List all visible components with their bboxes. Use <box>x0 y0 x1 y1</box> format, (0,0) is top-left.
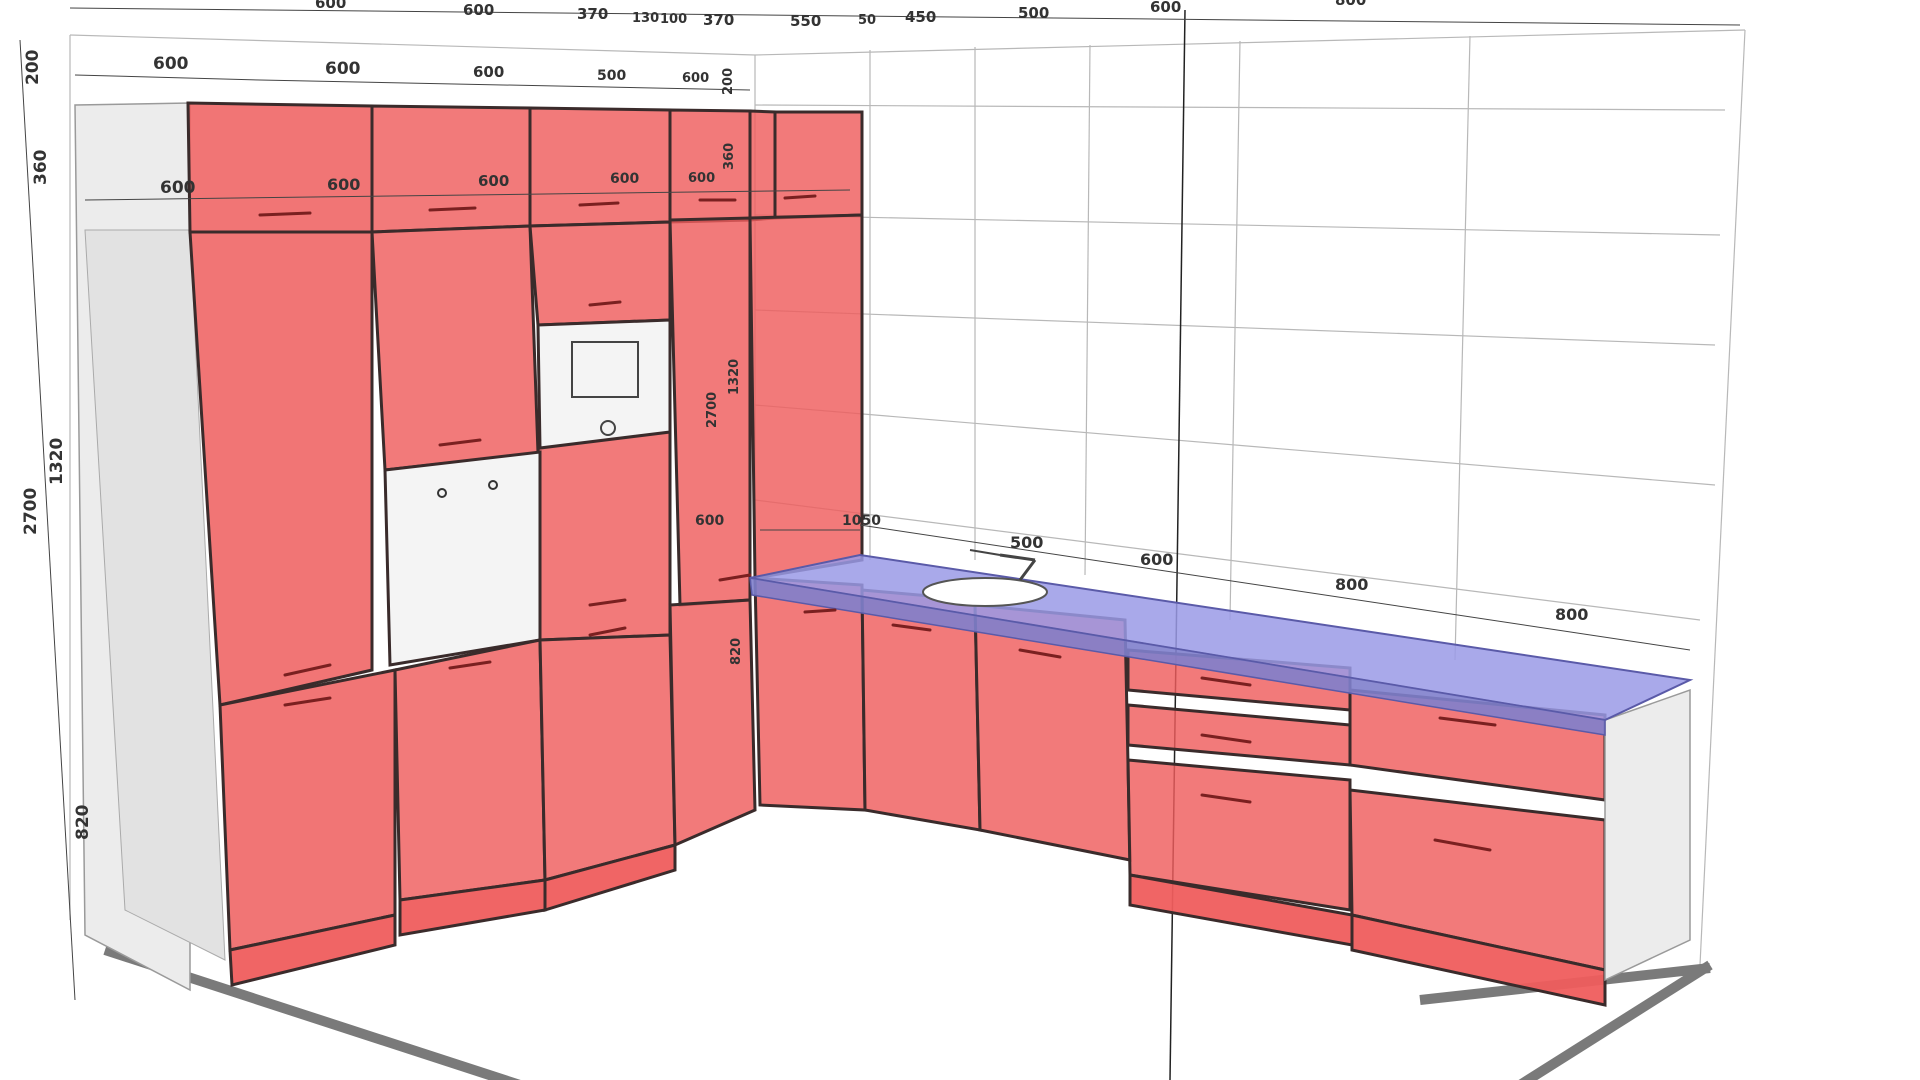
dim-upper-3: 500 <box>597 68 626 84</box>
dim-inner-4: 600 <box>688 171 715 186</box>
dim-worktop-1: 1050 <box>842 513 881 529</box>
dim-top-10: 600 <box>1150 0 1181 16</box>
dim-worktop-0: 600 <box>695 513 724 529</box>
right-end-panel <box>1604 688 1691 982</box>
dim-inner-h-1: 360 <box>722 143 737 170</box>
dim-inner-2: 600 <box>478 172 509 190</box>
dim-worktop-2: 500 <box>1010 533 1043 552</box>
upper-width-labels: 600 600 600 500 600 <box>153 54 709 86</box>
dim-top-7: 50 <box>858 13 876 28</box>
dim-inner-h-4: 820 <box>729 638 744 665</box>
dim-top-3: 130 <box>632 11 659 26</box>
dim-left-3: 2700 <box>21 488 41 535</box>
dim-upper-2: 600 <box>473 63 504 81</box>
top-dimension-labels: 600 600 370 130 100 370 550 50 450 500 6… <box>315 0 1366 30</box>
dim-worktop-3: 600 <box>1140 550 1173 569</box>
dim-inner-1: 600 <box>327 175 360 194</box>
oven-appliance <box>383 450 542 667</box>
dim-top-8: 450 <box>905 8 936 26</box>
dim-upper-1: 600 <box>325 59 361 79</box>
dim-inner-h-3: 2700 <box>705 392 720 428</box>
dim-top-4: 100 <box>660 12 687 27</box>
dim-inner-3: 600 <box>610 171 639 187</box>
dim-top-0: 600 <box>315 0 346 12</box>
microwave-appliance <box>536 318 672 450</box>
dim-left-1: 360 <box>31 149 51 185</box>
dim-top-1: 600 <box>463 1 494 19</box>
dim-left-4: 820 <box>73 804 93 840</box>
dim-upper-4: 600 <box>682 71 709 86</box>
kitchen-3d-drawing: 600 600 370 130 100 370 550 50 450 500 6… <box>19 0 1746 1080</box>
dim-worktop-4: 800 <box>1335 575 1368 594</box>
dim-top-11: 800 <box>1335 0 1366 9</box>
dim-inner-h-2: 1320 <box>727 359 742 395</box>
dim-top-6: 550 <box>790 12 821 30</box>
upper-cabinets <box>370 104 864 234</box>
dim-inner-h-0: 200 <box>721 68 736 95</box>
dim-worktop-5: 800 <box>1555 605 1588 624</box>
dim-left-2: 1320 <box>47 438 67 485</box>
dim-top-2: 370 <box>577 5 608 23</box>
dim-upper-0: 600 <box>153 54 189 74</box>
dim-top-9: 500 <box>1018 4 1049 22</box>
dim-left-0: 200 <box>23 49 43 85</box>
dim-top-5: 370 <box>703 11 734 29</box>
dim-inner-0: 600 <box>160 178 196 198</box>
